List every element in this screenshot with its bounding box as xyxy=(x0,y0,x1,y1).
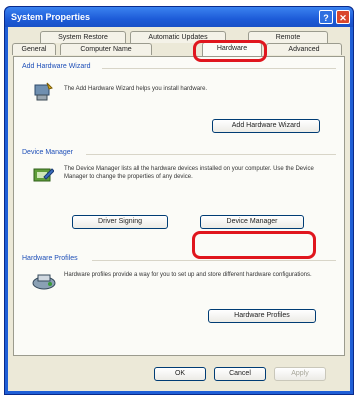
system-properties-window: System Properties ? ✕ System Restore Aut… xyxy=(4,6,354,395)
device-manager-button[interactable]: Device Manager xyxy=(200,215,304,229)
device-manager-group: Device Manager The Device Manager lists … xyxy=(22,149,336,249)
device-manager-icon xyxy=(33,168,54,182)
add-hardware-group: Add Hardware Wizard The Add Hardware Wiz… xyxy=(22,63,336,143)
tab-general[interactable]: General xyxy=(12,43,56,55)
group-divider xyxy=(102,68,336,69)
add-hardware-description: The Add Hardware Wizard helps you instal… xyxy=(64,86,208,92)
apply-button[interactable]: Apply xyxy=(274,367,326,381)
group-divider xyxy=(92,260,336,261)
ok-button[interactable]: OK xyxy=(154,367,206,381)
driver-signing-button[interactable]: Driver Signing xyxy=(72,215,168,229)
hardware-profiles-button[interactable]: Hardware Profiles xyxy=(208,309,316,323)
hardware-tab-panel: Add Hardware Wizard The Add Hardware Wiz… xyxy=(13,56,345,356)
hardware-profiles-group: Hardware Profiles Hardware profiles prov… xyxy=(22,255,336,345)
hardware-profiles-description: Hardware profiles provide a way for you … xyxy=(64,272,312,278)
hardware-profiles-icon xyxy=(32,274,56,290)
title-bar[interactable]: System Properties ? ✕ xyxy=(5,7,353,27)
close-button[interactable]: ✕ xyxy=(336,10,350,24)
tab-advanced[interactable]: Advanced xyxy=(266,43,342,55)
help-button[interactable]: ? xyxy=(319,10,333,24)
tab-row-back: System Restore Automatic Updates Remote xyxy=(12,31,346,43)
tab-row-front: General Computer Name Hardware Advanced xyxy=(12,42,346,56)
group-divider xyxy=(86,154,336,155)
cancel-button[interactable]: Cancel xyxy=(214,367,266,381)
window-title: System Properties xyxy=(11,12,91,22)
add-hardware-wizard-button[interactable]: Add Hardware Wizard xyxy=(212,119,320,133)
device-manager-description: The Device Manager lists all the hardwar… xyxy=(64,166,314,180)
dialog-client-area: System Restore Automatic Updates Remote … xyxy=(8,27,350,391)
tab-hardware[interactable]: Hardware xyxy=(202,42,262,56)
tab-computer-name[interactable]: Computer Name xyxy=(60,43,152,55)
add-hardware-wizard-icon xyxy=(34,82,53,101)
tab-system-restore[interactable]: System Restore xyxy=(40,31,126,43)
